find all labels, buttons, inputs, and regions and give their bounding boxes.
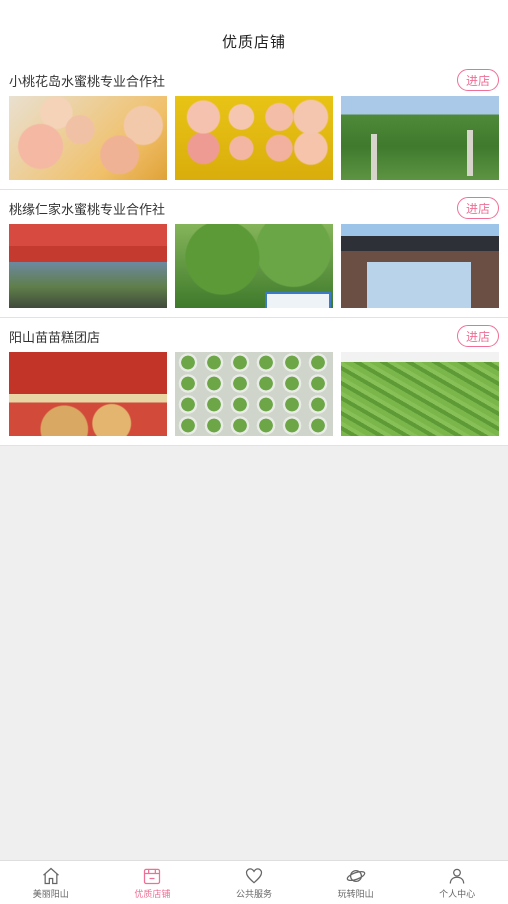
store-photos: [9, 96, 499, 180]
store-photo-peaches-crate[interactable]: [175, 96, 333, 180]
tab-label: 玩转阳山: [337, 889, 374, 900]
enter-store-button[interactable]: 进店: [457, 69, 499, 91]
store-photo-gate[interactable]: [341, 224, 499, 308]
store-photo-green-dumplings[interactable]: [341, 352, 499, 436]
page-header: 优质店铺: [0, 0, 508, 62]
tab-label: 公共服务: [235, 889, 272, 900]
bottom-tab-bar: 美丽阳山 优质店铺 公共服务 玩转阳山 个人中心: [0, 860, 508, 904]
tab-stores[interactable]: 优质店铺: [102, 861, 204, 904]
person-icon: [449, 868, 465, 884]
store-card[interactable]: 桃缘仁家水蜜桃专业合作社 进店: [0, 190, 508, 318]
store-photos: [9, 224, 499, 308]
home-icon: [42, 867, 59, 884]
heart-icon: [245, 867, 263, 883]
tab-explore[interactable]: 玩转阳山: [305, 861, 407, 904]
store-name[interactable]: 桃缘仁家水蜜桃专业合作社: [9, 199, 165, 218]
enter-store-button[interactable]: 进店: [457, 325, 499, 347]
store-photo-tent[interactable]: [9, 224, 167, 308]
store-photo-peach-tree[interactable]: [175, 224, 333, 308]
store-photo-orchard[interactable]: [341, 96, 499, 180]
enter-store-button[interactable]: 进店: [457, 197, 499, 219]
store-card[interactable]: 小桃花岛水蜜桃专业合作社 进店: [0, 62, 508, 190]
tab-profile[interactable]: 个人中心: [406, 861, 508, 904]
planet-icon: [346, 869, 365, 882]
tab-public-service[interactable]: 公共服务: [203, 861, 305, 904]
store-name[interactable]: 小桃花岛水蜜桃专业合作社: [9, 71, 165, 90]
store-photos: [9, 352, 499, 436]
tab-label: 美丽阳山: [32, 889, 69, 900]
page-title: 优质店铺: [221, 33, 286, 51]
store-photo-green-cakes[interactable]: [175, 352, 333, 436]
tab-label: 个人中心: [439, 889, 476, 900]
store-name[interactable]: 阳山苗苗糕团店: [9, 327, 100, 346]
store-photo-pastries[interactable]: [9, 352, 167, 436]
store-photo-peaches-tray[interactable]: [9, 96, 167, 180]
store-card[interactable]: 阳山苗苗糕团店 进店: [0, 318, 508, 446]
store-icon: [144, 868, 161, 884]
tab-home[interactable]: 美丽阳山: [0, 861, 102, 904]
tab-label: 优质店铺: [134, 889, 171, 900]
